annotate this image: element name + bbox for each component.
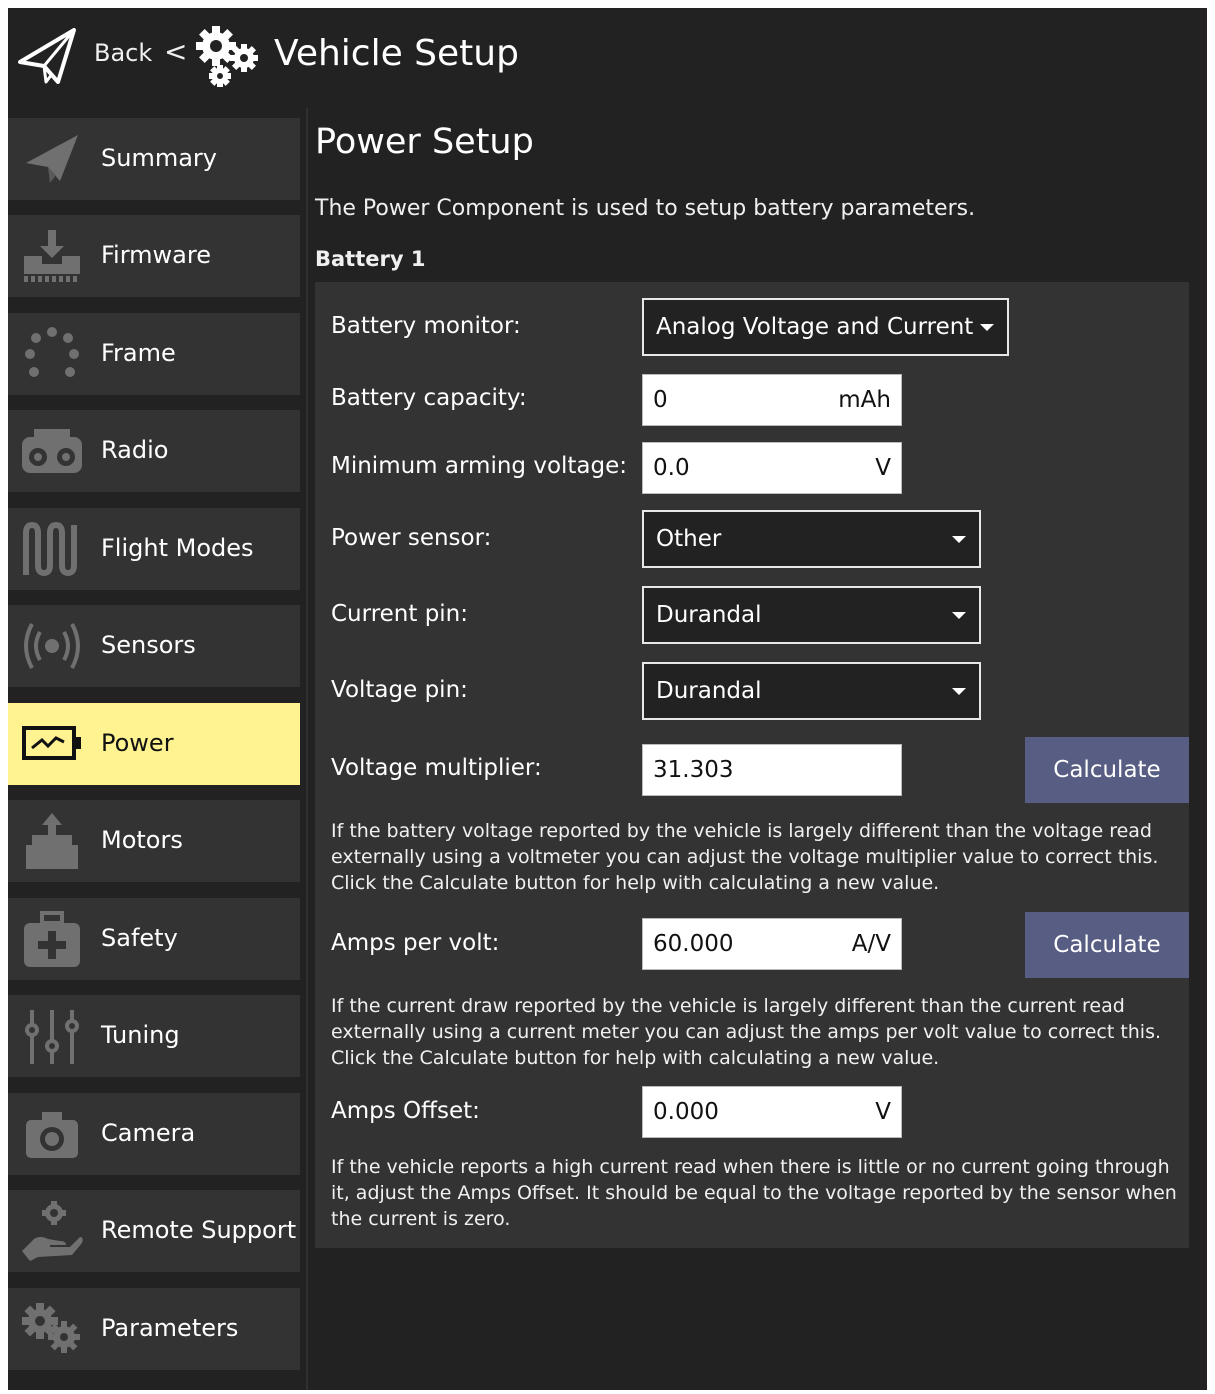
voltage-pin-select[interactable]: Durandal (642, 662, 981, 720)
min-arming-voltage-label: Minimum arming voltage: (331, 453, 628, 479)
gears-icon (196, 26, 258, 87)
sidebar-item-label: Parameters (101, 1314, 239, 1342)
voltage-multiplier-calculate-button[interactable]: Calculate (1025, 737, 1189, 803)
voltage-multiplier-help: If the battery voltage reported by the v… (331, 820, 1159, 894)
battery-settings-panel: Battery monitor: Analog Voltage and Curr… (315, 282, 1189, 1248)
battery-monitor-label: Battery monitor: (331, 313, 521, 339)
sidebar-item-power[interactable]: Power (8, 703, 300, 785)
voltage-multiplier-value: 31.303 (653, 757, 734, 783)
battery-capacity-input[interactable]: 0 mAh (642, 374, 902, 426)
sidebar-item-motors[interactable]: Motors (8, 800, 300, 882)
first-aid-icon (24, 911, 80, 967)
amps-per-volt-unit: A/V (851, 931, 891, 957)
sidebar-item-label: Sensors (101, 631, 196, 659)
amps-offset-value: 0.000 (653, 1099, 719, 1125)
current-pin-value: Durandal (656, 602, 762, 628)
sidebar-item-label: Power (101, 729, 174, 757)
sidebar-item-remote-support[interactable]: Remote Support (8, 1190, 300, 1272)
sidebar-item-label: Camera (101, 1119, 196, 1147)
amps-per-volt-label: Amps per volt: (331, 930, 500, 956)
amps-offset-input[interactable]: 0.000 V (642, 1086, 902, 1138)
battery-capacity-label: Battery capacity: (331, 385, 527, 411)
app-window: Back < Vehicle Setup Summary Firmware Fr… (8, 8, 1207, 1390)
back-separator: < (164, 35, 188, 68)
amps-offset-unit: V (875, 1099, 891, 1125)
sidebar-item-label: Safety (101, 924, 178, 952)
sidebar-item-label: Radio (101, 436, 169, 464)
section-title: Battery 1 (315, 247, 426, 271)
chevron-down-icon (980, 324, 994, 331)
amps-per-volt-calculate-button[interactable]: Calculate (1025, 912, 1189, 978)
sidebar-item-label: Firmware (101, 241, 211, 269)
back-button[interactable]: Back (94, 39, 152, 67)
motor-icon (26, 813, 78, 869)
battery-monitor-value: Analog Voltage and Current (656, 314, 974, 340)
power-sensor-label: Power sensor: (331, 525, 492, 551)
page-title: Power Setup (315, 122, 534, 162)
battery-icon (22, 726, 81, 760)
sliders-icon (25, 1010, 79, 1064)
current-pin-select[interactable]: Durandal (642, 586, 981, 644)
voltage-pin-label: Voltage pin: (331, 677, 468, 703)
amps-per-volt-input[interactable]: 60.000 A/V (642, 918, 902, 970)
sidebar-item-flight-modes[interactable]: Flight Modes (8, 508, 300, 590)
radio-transmitter-icon (22, 429, 82, 473)
frame-dots-icon (25, 327, 79, 377)
sidebar-item-summary[interactable]: Summary (8, 118, 300, 200)
amps-per-volt-value: 60.000 (653, 931, 734, 957)
sidebar-item-camera[interactable]: Camera (8, 1093, 300, 1175)
min-arming-voltage-value: 0.0 (653, 455, 690, 481)
page-description: The Power Component is used to setup bat… (315, 196, 976, 221)
battery-monitor-select[interactable]: Analog Voltage and Current (642, 298, 1009, 356)
sidebar-item-label: Flight Modes (101, 534, 254, 562)
sidebar-item-label: Summary (101, 144, 217, 172)
voltage-multiplier-label: Voltage multiplier: (331, 755, 542, 781)
sidebar-item-tuning[interactable]: Tuning (8, 995, 300, 1077)
sidebar-item-safety[interactable]: Safety (8, 898, 300, 980)
chevron-down-icon (952, 536, 966, 543)
min-arming-voltage-unit: V (875, 455, 891, 481)
min-arming-voltage-input[interactable]: 0.0 V (642, 442, 902, 494)
camera-icon (26, 1112, 78, 1158)
amps-offset-label: Amps Offset: (331, 1098, 480, 1124)
power-sensor-select[interactable]: Other (642, 510, 981, 568)
download-chip-icon (24, 230, 80, 282)
paper-plane-icon (26, 135, 78, 183)
sidebar-item-radio[interactable]: Radio (8, 410, 300, 492)
sidebar-item-frame[interactable]: Frame (8, 313, 300, 395)
chevron-down-icon (952, 612, 966, 619)
power-sensor-value: Other (656, 526, 722, 552)
sidebar-item-label: Motors (101, 826, 183, 854)
chevron-down-icon (952, 688, 966, 695)
battery-capacity-unit: mAh (838, 387, 891, 413)
amps-per-volt-help: If the current draw reported by the vehi… (331, 995, 1162, 1069)
paper-plane-logo-icon[interactable] (14, 22, 80, 88)
amps-offset-help: If the vehicle reports a high current re… (331, 1156, 1177, 1230)
voltage-pin-value: Durandal (656, 678, 762, 704)
sidebar-item-label: Tuning (101, 1021, 180, 1049)
sidebar-item-label: Remote Support (101, 1216, 297, 1244)
sidebar-item-sensors[interactable]: Sensors (8, 605, 300, 687)
sidebar-item-firmware[interactable]: Firmware (8, 215, 300, 297)
sidebar-item-parameters[interactable]: Parameters (8, 1288, 300, 1370)
page-header-title: Vehicle Setup (274, 33, 519, 74)
header-bar: Back < Vehicle Setup (8, 8, 1207, 108)
sidebar-divider (306, 108, 308, 1390)
voltage-multiplier-input[interactable]: 31.303 (642, 744, 902, 796)
current-pin-label: Current pin: (331, 601, 469, 627)
battery-capacity-value: 0 (653, 387, 668, 413)
sidebar-item-label: Frame (101, 339, 176, 367)
waveform-icon (23, 522, 77, 576)
hand-gear-icon (22, 1201, 83, 1261)
sensor-waves-icon (24, 623, 80, 669)
gears-icon (22, 1303, 80, 1353)
